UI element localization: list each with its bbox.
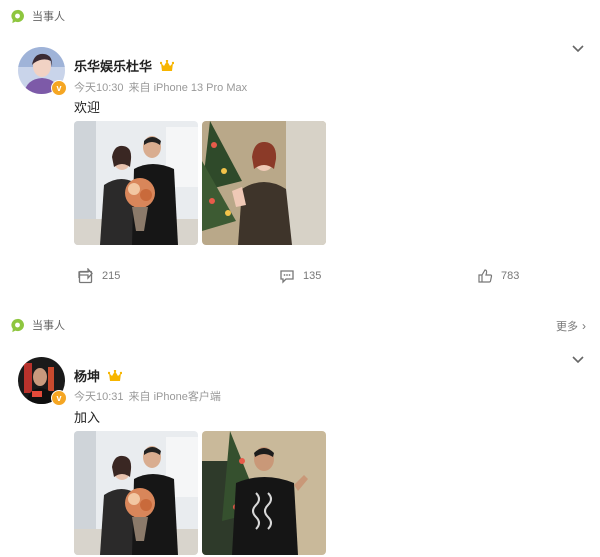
more-label[interactable]: 更多 [556, 318, 578, 334]
like-button[interactable]: 783 [477, 268, 519, 284]
avatar[interactable]: v [18, 357, 67, 406]
post-time: 今天10:30 [74, 82, 124, 94]
post-meta: 今天10:30 来自 iPhone 13 Pro Max [74, 79, 247, 95]
repost-icon [78, 268, 93, 284]
post-photo[interactable] [74, 431, 198, 555]
post-photo[interactable] [74, 121, 198, 245]
avatar[interactable]: v [18, 47, 67, 96]
like-count: 783 [501, 270, 520, 282]
repost-button[interactable]: 215 [78, 268, 120, 284]
post-text: 欢迎 [74, 100, 101, 115]
post-source: 来自 iPhone客户端 [128, 391, 221, 403]
username-text[interactable]: 乐华娱乐杜华 [74, 59, 152, 74]
username-text[interactable]: 杨坤 [74, 369, 100, 384]
crown-icon [160, 60, 175, 71]
username[interactable]: 杨坤 [74, 366, 123, 385]
verified-badge-icon: v [51, 80, 67, 96]
action-bar: 215 135 783 [0, 268, 600, 288]
involved-party-tag: 当事人 [10, 7, 65, 25]
comment-icon [280, 270, 294, 284]
post-source: 来自 iPhone 13 Pro Max [128, 82, 248, 94]
speech-bubble-icon [11, 318, 24, 332]
post-photo[interactable] [202, 431, 326, 555]
tag-label: 当事人 [32, 11, 65, 23]
chevron-down-icon[interactable] [572, 356, 584, 364]
post-time: 今天10:31 [74, 391, 124, 403]
more-link[interactable]: 更多 › [556, 318, 586, 334]
involved-party-tag: 当事人 [10, 316, 65, 334]
post-text: 加入 [74, 410, 101, 425]
like-icon [478, 269, 493, 283]
post-meta: 今天10:31 来自 iPhone客户端 [74, 388, 221, 404]
post-photo[interactable] [202, 121, 326, 245]
chevron-down-icon[interactable] [572, 45, 584, 53]
verified-badge-icon: v [51, 390, 67, 406]
repost-count: 215 [102, 270, 121, 282]
post-card-2: 当事人 更多 › v 杨坤 今天10:31 来自 iPhone客户端 加入 [0, 310, 600, 557]
chevron-right-icon: › [582, 319, 586, 333]
speech-bubble-icon [11, 9, 24, 23]
post-card-1: 当事人 v 乐华娱乐杜华 今天10:30 来自 iPhone 13 Pro Max… [0, 0, 600, 300]
comment-count: 135 [303, 270, 322, 282]
crown-icon [108, 370, 123, 381]
username[interactable]: 乐华娱乐杜华 [74, 56, 175, 75]
tag-label: 当事人 [32, 320, 65, 332]
comment-button[interactable]: 135 [279, 268, 321, 284]
